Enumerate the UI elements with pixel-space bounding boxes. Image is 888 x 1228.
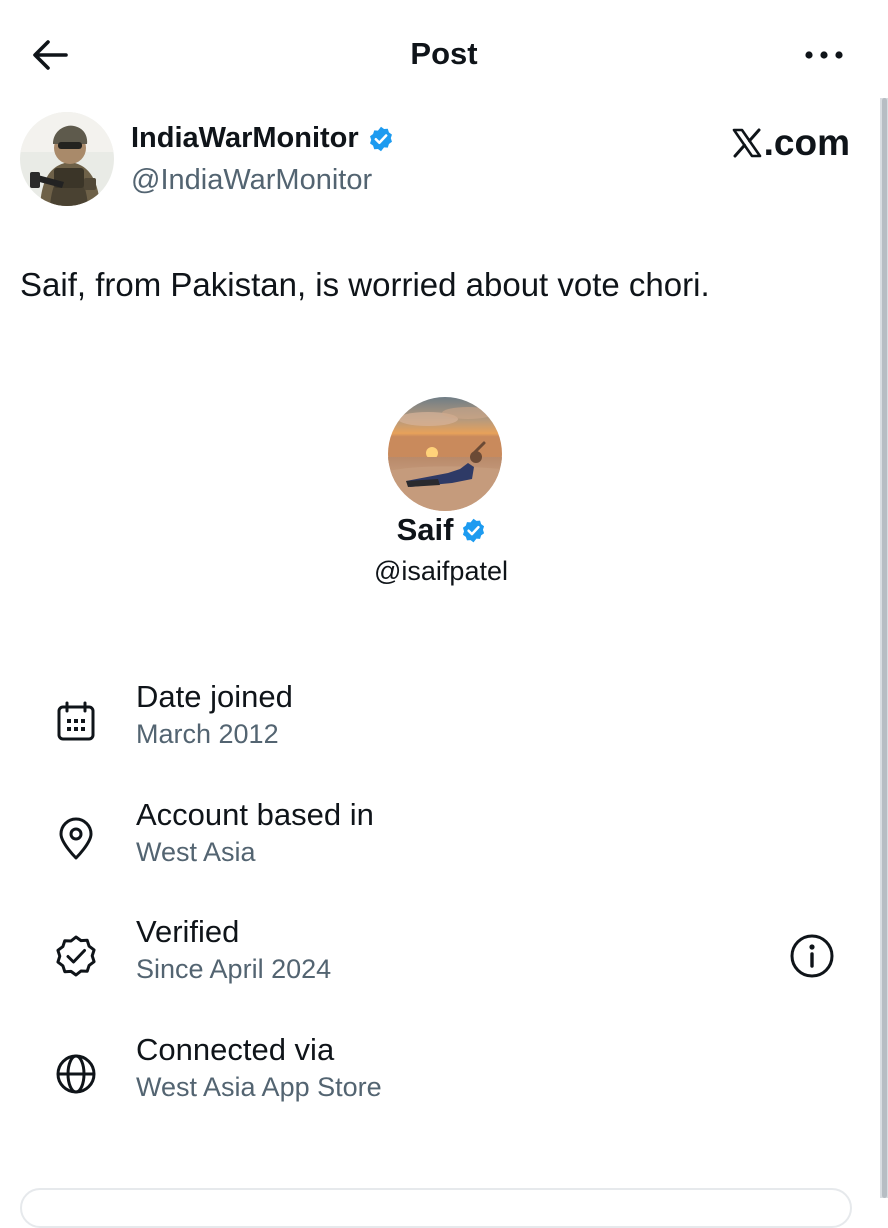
author-avatar[interactable] xyxy=(20,112,114,206)
detail-value: West Asia xyxy=(136,837,256,867)
profile-name[interactable]: Saif xyxy=(397,512,454,548)
detail-label: Connected via xyxy=(136,1032,335,1067)
detail-label: Date joined xyxy=(136,679,293,714)
detail-value: March 2012 xyxy=(136,719,279,749)
profile-name-row[interactable]: Saif xyxy=(0,512,888,548)
profile-avatar[interactable] xyxy=(388,397,502,511)
page-title: Post xyxy=(410,36,478,71)
soldier-avatar xyxy=(20,112,114,206)
info-icon[interactable] xyxy=(787,931,837,981)
post-text: Saif, from Pakistan, is worried about vo… xyxy=(20,266,710,303)
verified-badge-icon xyxy=(56,935,96,977)
detail-row-connected-via: Connected via West Asia App Store xyxy=(0,1032,888,1122)
detail-row-account-based-in: Account based in West Asia xyxy=(0,797,888,887)
detail-row-date-joined: Date joined March 2012 xyxy=(0,679,888,769)
reply-bar[interactable] xyxy=(20,1188,852,1228)
brand-watermark: .com xyxy=(732,122,850,164)
author-name[interactable]: IndiaWarMonitor xyxy=(131,122,359,155)
desert-sunset-avatar xyxy=(388,397,502,511)
verified-badge-icon xyxy=(463,518,485,542)
author-name-row[interactable]: IndiaWarMonitor xyxy=(131,122,395,155)
detail-label: Account based in xyxy=(136,797,374,832)
globe-icon xyxy=(56,1054,96,1094)
more-options-button[interactable] xyxy=(802,40,846,70)
author-handle[interactable]: @IndiaWarMonitor xyxy=(131,164,372,197)
detail-label: Verified xyxy=(136,914,240,949)
detail-value: West Asia App Store xyxy=(136,1072,382,1102)
location-pin-icon xyxy=(59,817,93,860)
profile-handle[interactable]: @isaifpatel xyxy=(0,556,888,587)
x-logo-icon xyxy=(732,128,761,158)
detail-value: Since April 2024 xyxy=(136,954,332,984)
brand-label: .com xyxy=(763,122,850,163)
verified-badge-icon xyxy=(369,126,392,151)
detail-row-verified: Verified Since April 2024 xyxy=(0,914,888,1004)
calendar-icon xyxy=(57,701,95,741)
top-bar: Post xyxy=(0,0,888,100)
more-horizontal-icon xyxy=(805,51,843,59)
